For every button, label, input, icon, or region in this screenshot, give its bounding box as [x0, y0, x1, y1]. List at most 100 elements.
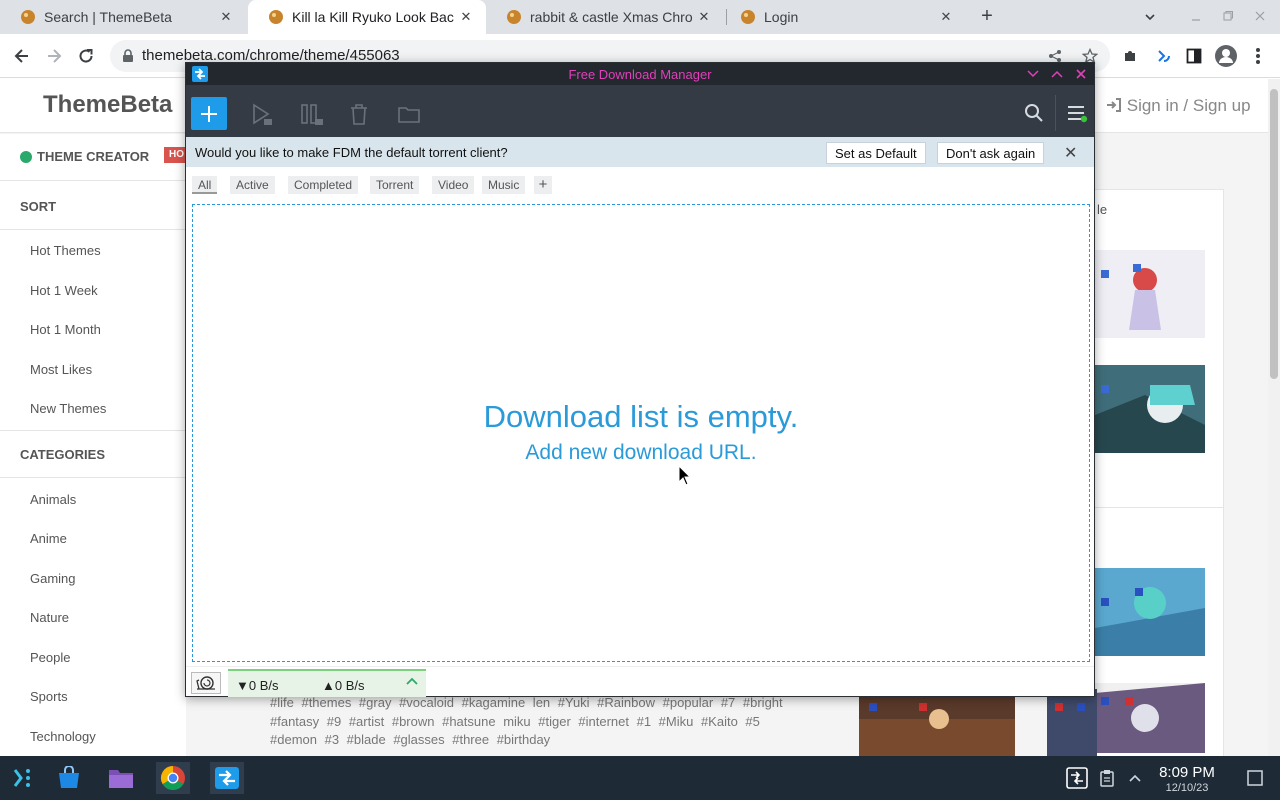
filter-music[interactable]: Music — [482, 176, 526, 194]
category-technology[interactable]: Technology — [30, 729, 96, 744]
dont-ask-again-button[interactable]: Don't ask again — [937, 142, 1045, 164]
sort-item-new-themes[interactable]: New Themes — [30, 401, 106, 416]
sort-item-most-likes[interactable]: Most Likes — [30, 362, 92, 377]
theme-thumbnail[interactable] — [1095, 250, 1205, 338]
reload-icon[interactable] — [72, 42, 100, 70]
snail-icon — [196, 676, 215, 690]
filter-torrent[interactable]: Torrent — [370, 176, 420, 194]
file-manager-icon[interactable] — [104, 762, 138, 794]
browser-tab-strip: Search | ThemeBeta ✕ Kill la Kill Ryuko … — [0, 0, 1280, 34]
forward-icon[interactable] — [40, 42, 68, 70]
resume-icon[interactable] — [248, 101, 274, 127]
site-sidebar: THEME CREATOR HO SORT Hot Themes Hot 1 W… — [0, 134, 186, 756]
chevron-up-icon[interactable] — [406, 676, 418, 686]
category-animals[interactable]: Animals — [30, 492, 76, 507]
tab-label: rabbit & castle Xmas Chro — [530, 9, 693, 25]
page-scrollbar[interactable] — [1268, 79, 1280, 756]
sort-heading: SORT — [20, 199, 57, 214]
download-list-drop-area[interactable]: Download list is empty. Add new download… — [192, 204, 1090, 662]
divider — [0, 430, 186, 431]
minimize-icon[interactable] — [1190, 11, 1202, 23]
restore-icon[interactable] — [1222, 10, 1234, 22]
add-filter-button[interactable]: + — [534, 176, 552, 194]
popular-themes-panel — [1094, 507, 1224, 756]
fdm-window: Free Download Manager Would you like to … — [185, 62, 1095, 697]
chrome-taskbar-icon[interactable] — [156, 762, 190, 794]
theme-thumbnail[interactable] — [1047, 689, 1097, 756]
share-icon[interactable] — [1048, 49, 1062, 63]
category-nature[interactable]: Nature — [30, 610, 69, 625]
fdm-titlebar[interactable]: Free Download Manager — [186, 63, 1094, 85]
theme-thumbnail[interactable] — [1095, 683, 1205, 753]
divider — [0, 229, 186, 230]
sign-in-label: Sign in / Sign up — [1126, 96, 1251, 115]
pause-icon[interactable] — [298, 101, 324, 127]
plus-icon — [201, 105, 217, 122]
add-download-button[interactable] — [191, 97, 227, 130]
sort-item-hot-1-week[interactable]: Hot 1 Week — [30, 283, 98, 298]
open-folder-icon[interactable] — [396, 101, 422, 127]
tab-search-chevron-icon[interactable] — [1144, 11, 1156, 23]
fdm-tray-icon[interactable] — [1060, 762, 1094, 794]
tab-close-icon[interactable]: ✕ — [696, 9, 712, 25]
tab-search-themebeta[interactable]: Search | ThemeBeta ✕ — [0, 0, 246, 34]
banner-close-icon[interactable]: ✕ — [1064, 143, 1077, 163]
fdm-close-icon[interactable] — [1075, 68, 1087, 80]
upload-speed: ▲0 B/s — [322, 678, 365, 693]
category-sports[interactable]: Sports — [30, 689, 68, 704]
extension-puzzle-icon[interactable] — [1116, 42, 1144, 70]
notifications-icon[interactable] — [1238, 762, 1272, 794]
new-tab-button[interactable]: + — [976, 6, 998, 28]
speed-limit-snail-button[interactable] — [191, 672, 221, 694]
filter-bar: All Active Completed Torrent Video Music… — [186, 167, 1094, 201]
sort-item-hot-1-month[interactable]: Hot 1 Month — [30, 322, 101, 337]
theme-thumbnail[interactable] — [1095, 568, 1205, 656]
filter-video[interactable]: Video — [432, 176, 475, 194]
themebeta-favicon-icon — [741, 10, 755, 24]
themebeta-favicon-icon — [269, 10, 283, 24]
side-panel-icon[interactable] — [1180, 42, 1208, 70]
fdm-search-icon[interactable] — [1024, 103, 1044, 123]
filter-all[interactable]: All — [192, 176, 218, 194]
tray-expand-chevron-icon[interactable] — [1118, 762, 1152, 794]
tab-kill-la-kill[interactable]: Kill la Kill Ryuko Look Bac ✕ — [248, 0, 486, 34]
theme-creator-link[interactable]: THEME CREATOR — [20, 149, 149, 164]
fdm-menu-icon[interactable] — [1066, 103, 1088, 123]
fdm-maximize-icon[interactable] — [1051, 69, 1063, 79]
category-gaming[interactable]: Gaming — [30, 571, 76, 586]
categories-heading: CATEGORIES — [20, 447, 105, 462]
theme-thumbnail[interactable] — [1095, 365, 1205, 453]
tab-rabbit-castle[interactable]: rabbit & castle Xmas Chro ✕ — [486, 0, 724, 34]
software-store-icon[interactable] — [52, 762, 86, 794]
banner-message: Would you like to make FDM the default t… — [195, 145, 508, 160]
more-menu-icon[interactable] — [1244, 42, 1272, 70]
fdm-taskbar-icon[interactable] — [210, 762, 244, 794]
set-as-default-button[interactable]: Set as Default — [826, 142, 926, 164]
clock-time[interactable]: 8:09 PM — [1152, 764, 1222, 781]
app-launcher-icon[interactable] — [6, 762, 40, 794]
site-logo[interactable]: ThemeBeta — [43, 91, 172, 119]
category-anime[interactable]: Anime — [30, 531, 67, 546]
theme-creator-label: THEME CREATOR — [37, 149, 150, 164]
tab-close-icon[interactable]: ✕ — [938, 9, 954, 25]
sort-item-hot-themes[interactable]: Hot Themes — [30, 243, 101, 258]
mouse-cursor-icon — [678, 465, 692, 486]
window-close-icon[interactable] — [1254, 10, 1266, 22]
delete-trash-icon[interactable] — [346, 101, 372, 127]
back-icon[interactable] — [8, 42, 36, 70]
profile-avatar-icon[interactable] — [1212, 42, 1240, 70]
filter-completed[interactable]: Completed — [288, 176, 359, 194]
add-download-url-link[interactable]: Add new download URL. — [193, 441, 1089, 465]
speed-indicator[interactable]: ▼0 B/s ▲0 B/s — [228, 669, 426, 697]
divider — [0, 180, 186, 181]
scrollbar-thumb[interactable] — [1270, 89, 1278, 379]
media-control-icon[interactable] — [1150, 42, 1178, 70]
category-people[interactable]: People — [30, 650, 70, 665]
theme-thumbnail[interactable] — [859, 689, 1015, 756]
tab-login[interactable]: Login ✕ — [720, 0, 966, 34]
sign-in-link[interactable]: Sign in / Sign up — [1106, 96, 1251, 116]
tab-close-icon[interactable]: ✕ — [218, 9, 234, 25]
filter-active[interactable]: Active — [230, 176, 275, 194]
tab-close-icon[interactable]: ✕ — [458, 9, 474, 25]
fdm-minimize-icon[interactable] — [1027, 69, 1039, 79]
